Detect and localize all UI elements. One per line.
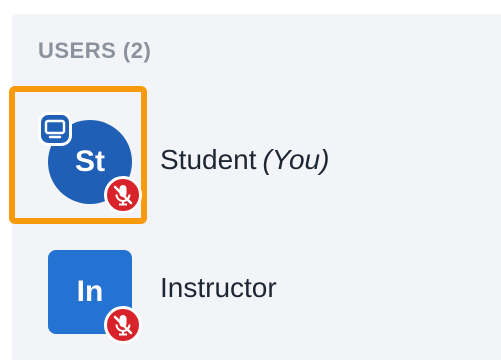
user-name-label: Instructor [160,272,277,303]
user-name-label: Student [160,144,257,175]
avatar-initials: St [75,145,105,178]
user-list-item-student[interactable]: St Student (You) [0,86,501,224]
user-list-item-instructor[interactable]: In Instructor [0,236,501,346]
user-name-student: Student (You) [160,144,329,176]
presenter-icon [38,112,72,146]
avatar-initials: In [76,275,104,308]
muted-mic-icon [104,176,142,214]
muted-mic-icon [104,306,142,344]
users-section-header: USERS (2) [38,38,152,63]
you-tag: (You) [262,144,330,175]
user-name-instructor: Instructor [160,272,277,304]
